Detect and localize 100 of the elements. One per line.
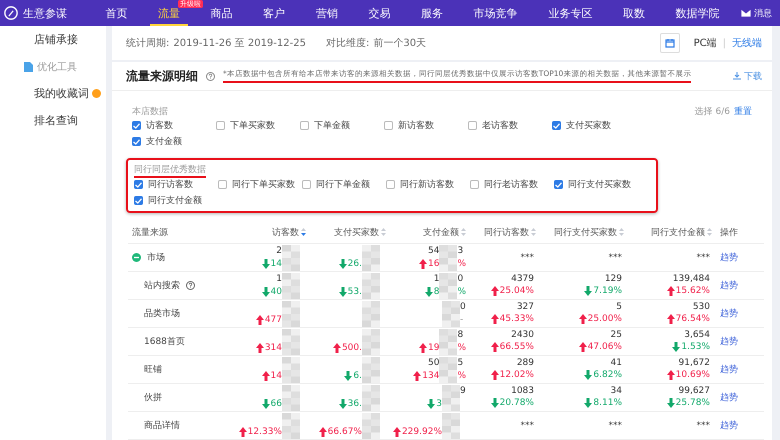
nav-tab[interactable]: 服务 bbox=[413, 0, 452, 26]
app-name: 生意参谋 bbox=[23, 6, 67, 20]
nav-tab[interactable]: 交易 bbox=[360, 0, 398, 26]
change-value: 47.06% bbox=[588, 342, 622, 352]
logo-icon bbox=[4, 6, 18, 20]
table-value: 1 bbox=[276, 274, 282, 284]
checkbox-label: 支付买家数 bbox=[566, 120, 611, 132]
checkbox[interactable] bbox=[132, 137, 141, 146]
trend-link[interactable]: 趋势 bbox=[712, 251, 746, 264]
change-value: 1.53% bbox=[681, 342, 710, 352]
column-header: 同行支付金额 bbox=[651, 226, 705, 238]
change-value: 14 bbox=[270, 259, 282, 269]
table-value: 9 bbox=[460, 386, 466, 396]
column-header: 同行访客数 bbox=[484, 226, 529, 238]
help-icon[interactable] bbox=[206, 72, 215, 80]
checkbox-label: 同行支付金额 bbox=[148, 194, 202, 207]
period-label: 统计周期: bbox=[126, 36, 170, 50]
group-title: 本店数据 bbox=[132, 106, 168, 118]
traffic-source: 品类市场 bbox=[144, 308, 180, 320]
checkbox-label: 支付金额 bbox=[146, 136, 182, 148]
nav-tab[interactable]: 数据学院 bbox=[668, 0, 728, 26]
download-icon bbox=[733, 72, 741, 80]
checkbox-label: 老访客数 bbox=[482, 120, 518, 132]
reset-link[interactable]: 重置 bbox=[734, 104, 752, 118]
change-value: 20.78% bbox=[500, 398, 534, 408]
device-tab[interactable]: PC端 bbox=[694, 36, 717, 50]
checkbox[interactable] bbox=[216, 121, 225, 130]
messages-link[interactable]: 消息 bbox=[754, 6, 772, 20]
checkbox[interactable] bbox=[302, 180, 311, 189]
compare-label: 对比维度: bbox=[326, 36, 370, 50]
table-value: 530 bbox=[692, 302, 710, 312]
checkbox-label: 同行支付买家数 bbox=[568, 178, 631, 191]
nav-tab[interactable]: 业务专区 bbox=[540, 0, 600, 26]
checkbox[interactable] bbox=[468, 121, 477, 130]
trend-link[interactable]: 趋势 bbox=[712, 335, 746, 348]
sort-icon[interactable] bbox=[301, 228, 306, 236]
sidebar-item[interactable]: 我的收藏词 bbox=[34, 86, 89, 101]
change-value: 134 bbox=[422, 371, 440, 381]
checkbox-label: 同行下单金额 bbox=[316, 178, 370, 191]
checkbox[interactable] bbox=[386, 180, 395, 189]
period-value: 2019-11-26 至 2019-12-25 bbox=[173, 37, 306, 50]
change-value: 25.04% bbox=[500, 286, 534, 296]
column-header: 访客数 bbox=[272, 226, 299, 238]
change-value: % bbox=[457, 259, 466, 269]
nav-tab[interactable]: 客户 bbox=[255, 0, 294, 26]
checkbox[interactable] bbox=[384, 121, 393, 130]
checkbox[interactable] bbox=[552, 121, 561, 130]
checkbox[interactable] bbox=[134, 180, 143, 189]
table-value: *** bbox=[696, 252, 710, 262]
change-value: 314 bbox=[264, 343, 282, 353]
column-header: 同行支付买家数 bbox=[554, 226, 617, 238]
column-header: 操作 bbox=[720, 226, 738, 238]
column-header: 支付买家数 bbox=[334, 226, 379, 238]
table-value: 129 bbox=[604, 274, 622, 284]
change-value: 3 bbox=[436, 399, 442, 409]
checkbox-label: 同行访客数 bbox=[148, 178, 193, 191]
sidebar-item[interactable]: 店铺承接 bbox=[34, 32, 78, 47]
table-value: 0 bbox=[457, 274, 464, 284]
table-value: 8 bbox=[457, 330, 464, 340]
device-tab[interactable]: 无线端 bbox=[732, 36, 762, 50]
change-value: 15.62% bbox=[676, 286, 710, 296]
table-value: 2430 bbox=[511, 330, 534, 340]
checkbox[interactable] bbox=[470, 180, 479, 189]
change-value: 76.54% bbox=[676, 314, 710, 324]
document-icon bbox=[24, 62, 33, 72]
checkbox[interactable] bbox=[300, 121, 309, 130]
nav-tab[interactable]: 营销 bbox=[308, 0, 346, 26]
trend-link[interactable]: 趋势 bbox=[712, 307, 746, 320]
sidebar-item[interactable]: 排名查询 bbox=[34, 113, 78, 128]
change-value: 477 bbox=[264, 315, 282, 325]
change-value: 12.33% bbox=[248, 427, 282, 437]
change-value: 45.33% bbox=[500, 314, 534, 324]
nav-tab[interactable]: 首页 bbox=[97, 0, 136, 26]
mail-icon[interactable] bbox=[741, 9, 751, 17]
collapse-icon[interactable] bbox=[132, 253, 141, 262]
table-value: 3 bbox=[457, 246, 464, 256]
nav-tab[interactable]: 取数 bbox=[614, 0, 653, 26]
trend-link[interactable]: 趋势 bbox=[712, 391, 746, 404]
change-value: % bbox=[457, 371, 466, 381]
checkbox[interactable] bbox=[554, 180, 563, 189]
nav-tab[interactable]: 市场竞争 bbox=[466, 0, 526, 26]
table-value: 327 bbox=[516, 302, 534, 312]
change-value: 6.82% bbox=[593, 370, 622, 380]
trend-link[interactable]: 趋势 bbox=[712, 363, 746, 376]
checkbox[interactable] bbox=[134, 196, 143, 205]
column-header: 支付金额 bbox=[423, 226, 459, 238]
table-value: *** bbox=[608, 252, 622, 262]
trend-link[interactable]: 趋势 bbox=[712, 279, 746, 292]
change-value: 500. bbox=[342, 343, 362, 353]
change-value: - bbox=[460, 315, 464, 325]
nav-tab[interactable]: 商品 bbox=[202, 0, 241, 26]
checkbox[interactable] bbox=[132, 121, 141, 130]
change-value: 229.92% bbox=[402, 427, 442, 437]
section-title: 流量来源明细 bbox=[126, 68, 198, 84]
help-icon[interactable] bbox=[186, 281, 195, 290]
calendar-button[interactable] bbox=[660, 33, 680, 53]
checkbox[interactable] bbox=[218, 180, 227, 189]
change-value: 25.00% bbox=[588, 314, 622, 324]
trend-link[interactable]: 趋势 bbox=[712, 419, 746, 432]
change-value: 10.69% bbox=[676, 370, 710, 380]
